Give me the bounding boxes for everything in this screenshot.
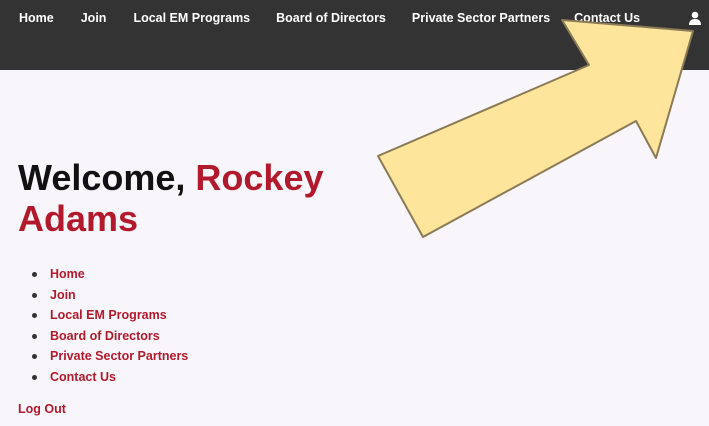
top-navigation-bar: Home Join Local EM Programs Board of Dir… xyxy=(0,0,709,70)
nav-link-board-of-directors[interactable]: Board of Directors xyxy=(276,11,386,25)
list-link-home[interactable]: Home xyxy=(50,267,85,281)
page-link-list: Home Join Local EM Programs Board of Dir… xyxy=(32,264,188,388)
list-link-contact-us[interactable]: Contact Us xyxy=(50,370,116,384)
list-item: Local EM Programs xyxy=(32,305,188,326)
list-link-board-of-directors[interactable]: Board of Directors xyxy=(50,329,160,343)
list-item: Join xyxy=(32,285,188,306)
list-item: Private Sector Partners xyxy=(32,346,188,367)
list-item: Board of Directors xyxy=(32,326,188,347)
list-item: Home xyxy=(32,264,188,285)
list-link-join[interactable]: Join xyxy=(50,288,76,302)
welcome-greeting: Welcome, xyxy=(18,157,196,198)
nav-link-private-sector-partners[interactable]: Private Sector Partners xyxy=(412,11,550,25)
nav-link-join[interactable]: Join xyxy=(81,11,107,25)
list-link-local-em-programs[interactable]: Local EM Programs xyxy=(50,308,167,322)
nav-link-contact-us[interactable]: Contact Us xyxy=(574,11,640,25)
nav-link-home[interactable]: Home xyxy=(19,11,54,25)
log-out-link[interactable]: Log Out xyxy=(18,402,66,416)
welcome-heading: Welcome, Rockey Adams xyxy=(18,157,378,239)
list-link-private-sector-partners[interactable]: Private Sector Partners xyxy=(50,349,188,363)
user-icon[interactable] xyxy=(688,11,702,25)
nav-link-local-em-programs[interactable]: Local EM Programs xyxy=(133,11,250,25)
list-item: Contact Us xyxy=(32,367,188,388)
top-nav-links: Home Join Local EM Programs Board of Dir… xyxy=(19,11,640,25)
